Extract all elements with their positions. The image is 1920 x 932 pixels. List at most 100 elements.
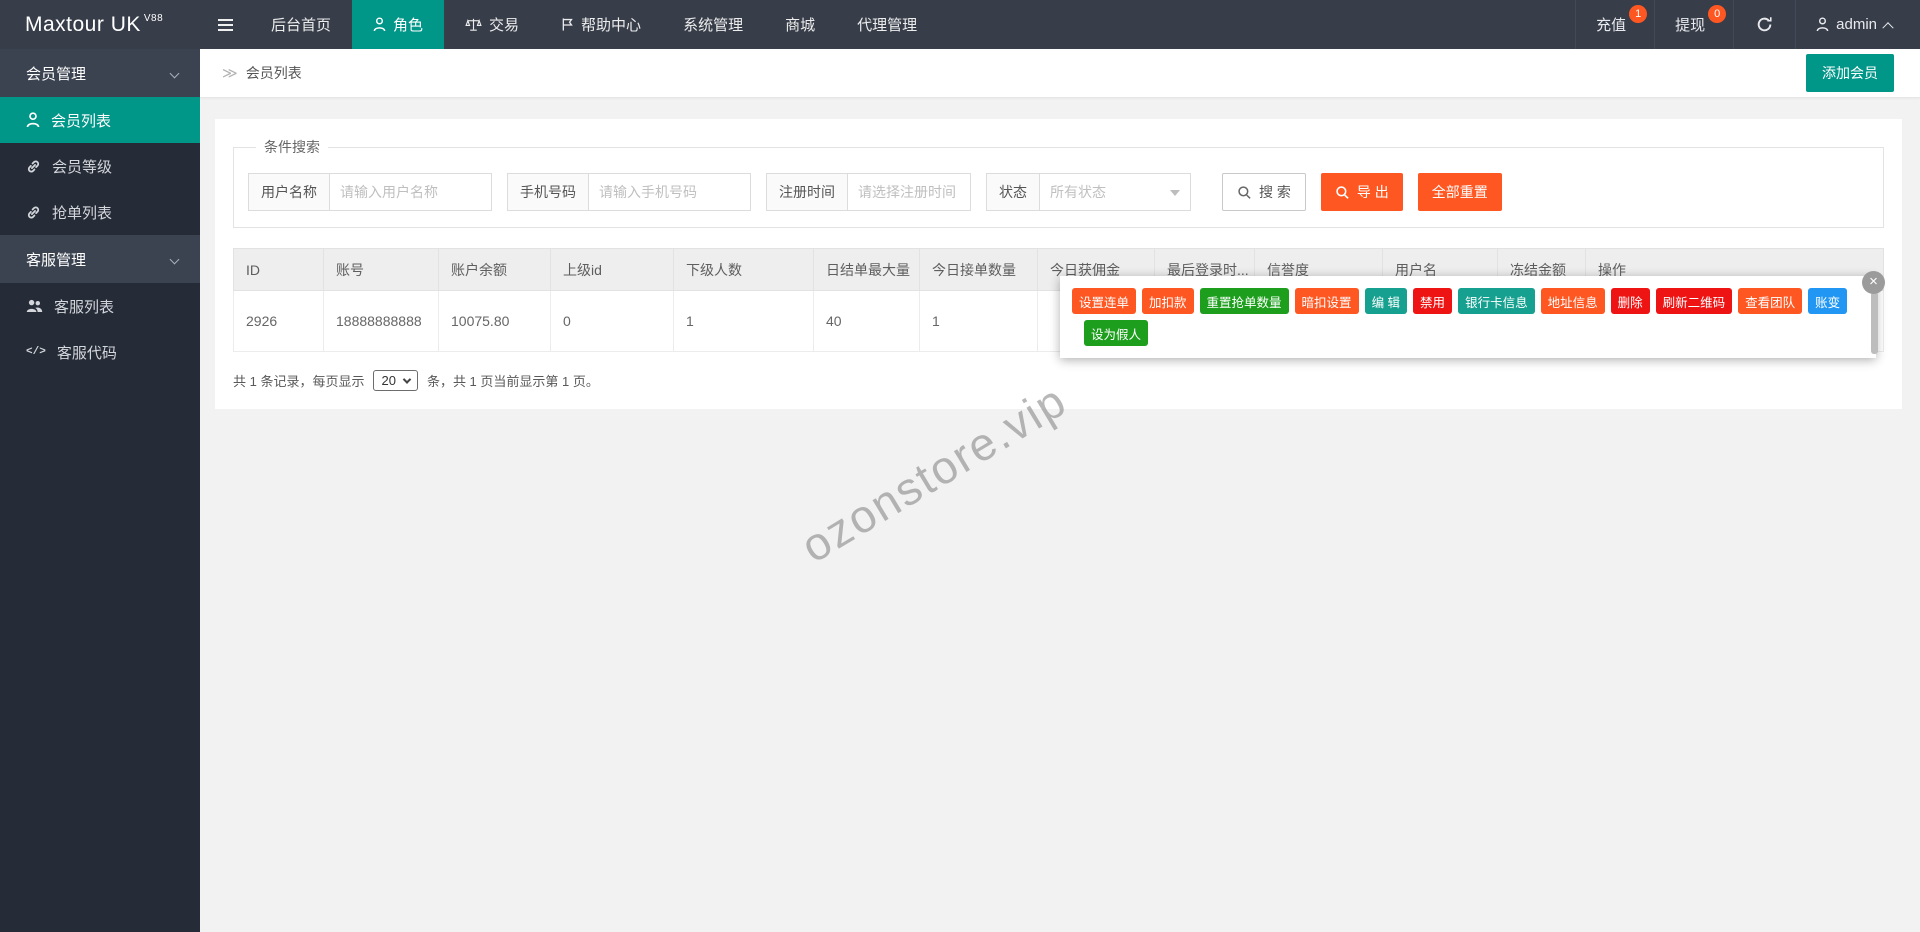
- refresh-button[interactable]: [1733, 0, 1795, 49]
- person-icon: [1816, 17, 1829, 32]
- add-member-button[interactable]: 添加会员: [1806, 54, 1894, 92]
- code-icon: </>: [26, 346, 46, 358]
- nav-item-mall[interactable]: 商城: [764, 0, 836, 49]
- topbar: Maxtour UK V88 后台首页 角色 交易 帮助中心 系统管理 商城 代理…: [0, 0, 1920, 49]
- nav-item-dashboard[interactable]: 后台首页: [250, 0, 352, 49]
- reset-all-button[interactable]: 全部重置: [1417, 173, 1502, 211]
- bank-card-info-button[interactable]: 银行卡信息: [1458, 288, 1535, 314]
- link-icon: [27, 160, 40, 172]
- breadcrumb: 会员列表: [245, 65, 302, 81]
- status-field-group: 状态 所有状态: [986, 173, 1191, 211]
- pagination-prefix: 共 1 条记录，每页显示: [233, 374, 365, 389]
- export-button[interactable]: 导 出: [1320, 173, 1403, 211]
- recharge-button[interactable]: 充值 1: [1575, 0, 1654, 49]
- cell-id: 2926: [233, 290, 324, 352]
- member-list-card: 条件搜索 用户名称 手机号码 注册时间 状态 所有状态: [215, 119, 1902, 409]
- chevron-up-icon: [1882, 21, 1894, 33]
- status-label: 状态: [986, 173, 1039, 211]
- withdraw-button[interactable]: 提现 0: [1654, 0, 1733, 49]
- pagination-suffix: 条，共 1 页当前显示第 1 页。: [426, 374, 599, 389]
- edit-button[interactable]: 编 辑: [1364, 288, 1408, 314]
- withdraw-badge: 0: [1708, 5, 1727, 23]
- phone-input[interactable]: [588, 173, 751, 211]
- add-deduct-funds-button[interactable]: 加扣款: [1142, 288, 1194, 314]
- username-field-group: 用户名称: [248, 173, 492, 211]
- phone-field-group: 手机号码: [507, 173, 751, 211]
- search-button[interactable]: 搜 索: [1222, 173, 1306, 211]
- caret-down-icon: [402, 374, 412, 384]
- cell-today-orders: 1: [919, 290, 1038, 352]
- col-parent-id: 上级id: [550, 248, 674, 291]
- search-panel: 条件搜索 用户名称 手机号码 注册时间 状态 所有状态: [233, 137, 1884, 228]
- reset-grab-count-button[interactable]: 重置抢单数量: [1199, 288, 1289, 314]
- nav-item-roles[interactable]: 角色: [352, 0, 445, 49]
- logo-text: Maxtour UK: [25, 12, 141, 36]
- sidebar-group-service-management[interactable]: 客服管理: [0, 235, 200, 283]
- col-today-orders: 今日接单数量: [919, 248, 1038, 291]
- recharge-badge: 1: [1629, 5, 1648, 23]
- hidden-deduct-settings-button[interactable]: 暗扣设置: [1294, 288, 1359, 314]
- popup-scrollbar[interactable]: [1871, 292, 1878, 354]
- top-nav: 后台首页 角色 交易 帮助中心 系统管理 商城 代理管理: [250, 0, 938, 49]
- username-input[interactable]: [329, 173, 492, 211]
- chevron-down-icon: [169, 254, 180, 264]
- sidebar-item-grab-order-list[interactable]: 抢单列表: [0, 189, 200, 235]
- col-balance: 账户余额: [438, 248, 551, 291]
- user-icon: [26, 112, 40, 128]
- nav-item-trade[interactable]: 交易: [444, 0, 540, 49]
- logo-version: V88: [143, 13, 164, 24]
- refresh-qrcode-button[interactable]: 刷新二维码: [1655, 288, 1733, 314]
- breadcrumb-icon: ≫: [222, 65, 238, 82]
- col-id: ID: [233, 248, 324, 291]
- search-icon: [1336, 185, 1349, 199]
- cell-balance: 10075.80: [438, 290, 551, 352]
- address-info-button[interactable]: 地址信息: [1540, 288, 1605, 314]
- col-subordinates: 下级人数: [673, 248, 814, 291]
- register-time-input[interactable]: [847, 173, 971, 211]
- register-time-field-group: 注册时间: [766, 173, 971, 211]
- row-actions-popup: 设置连单 加扣款 重置抢单数量 暗扣设置 编 辑 禁用 银行卡信息 地址信息 删…: [1060, 276, 1876, 358]
- disable-button[interactable]: 禁用: [1413, 288, 1453, 314]
- nav-item-agent[interactable]: 代理管理: [836, 0, 938, 49]
- sidebar-item-service-list[interactable]: 客服列表: [0, 283, 200, 329]
- set-chain-order-button[interactable]: 设置连单: [1072, 288, 1137, 314]
- app-logo: Maxtour UK V88: [0, 0, 200, 49]
- menu-toggle-icon[interactable]: [200, 0, 250, 49]
- phone-label: 手机号码: [507, 173, 588, 211]
- user-menu[interactable]: admin: [1795, 0, 1920, 49]
- topbar-right: 充值 1 提现 0 admin: [1575, 0, 1920, 49]
- users-icon: [26, 299, 43, 312]
- col-daily-max: 日结单最大量: [813, 248, 920, 291]
- status-select[interactable]: 所有状态: [1039, 173, 1191, 211]
- chevron-down-icon: [169, 68, 180, 78]
- page-size-select[interactable]: 20: [373, 370, 418, 391]
- link-icon: [27, 206, 40, 218]
- pagination-bar: 共 1 条记录，每页显示 20 条，共 1 页当前显示第 1 页。: [233, 370, 1884, 391]
- flag-icon: [562, 18, 573, 31]
- sidebar-group-member-management[interactable]: 会员管理: [0, 49, 200, 97]
- search-icon: [1238, 185, 1251, 199]
- delete-button[interactable]: 删除: [1610, 288, 1650, 314]
- close-icon[interactable]: ×: [1862, 271, 1885, 294]
- register-time-label: 注册时间: [766, 173, 847, 211]
- cell-account: 18888888888: [323, 290, 439, 352]
- refresh-icon: [1757, 17, 1772, 32]
- sidebar-item-member-list[interactable]: 会员列表: [0, 97, 200, 143]
- sidebar-item-member-level[interactable]: 会员等级: [0, 143, 200, 189]
- set-as-fake-button[interactable]: 设为假人: [1084, 320, 1149, 346]
- scales-icon: [465, 18, 482, 31]
- breadcrumb-bar: ≫ 会员列表 添加会员: [200, 49, 1920, 98]
- view-team-button[interactable]: 查看团队: [1738, 288, 1803, 314]
- cell-daily-max: 40: [813, 290, 920, 352]
- nav-item-system[interactable]: 系统管理: [662, 0, 764, 49]
- person-icon: [373, 17, 386, 32]
- username-label: 用户名称: [248, 173, 329, 211]
- account-change-button[interactable]: 账变: [1808, 288, 1848, 314]
- nav-item-help[interactable]: 帮助中心: [540, 0, 662, 49]
- username: admin: [1836, 16, 1877, 33]
- cell-subordinates: 1: [673, 290, 814, 352]
- caret-down-icon: [1170, 190, 1180, 196]
- col-account: 账号: [323, 248, 439, 291]
- sidebar-item-service-code[interactable]: </> 客服代码: [0, 329, 200, 375]
- search-legend: 条件搜索: [264, 139, 320, 155]
